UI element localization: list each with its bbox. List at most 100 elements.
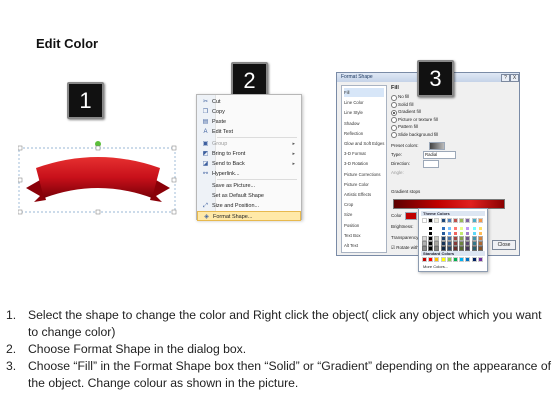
instruction-step: 1. Select the shape to change the color a… [6,307,554,341]
menu-item[interactable]: ◩ Bring to Front ▸ [197,149,301,159]
theme-color-swatch[interactable] [477,218,483,223]
more-colors-option[interactable]: More Colors... [423,264,448,270]
submenu-arrow-icon: ▸ [292,151,295,157]
ribbon-shape[interactable] [18,140,178,220]
theme-color-swatch[interactable] [440,246,446,251]
standard-color-swatch[interactable] [440,257,446,262]
standard-color-swatch[interactable] [453,257,458,262]
theme-color-swatch[interactable] [453,218,458,223]
theme-color-swatch[interactable] [465,246,471,251]
step-3-badge: 3 [417,60,454,97]
instruction-step: 2. Choose Format Shape in the dialog box. [6,341,554,358]
standard-color-swatch[interactable] [465,257,471,262]
type-dropdown[interactable]: Radial [423,151,456,159]
theme-color-swatch[interactable] [434,218,440,223]
nav-item[interactable]: 3-D Format [344,149,384,158]
nav-item[interactable]: Reflection [344,129,384,138]
nav-item[interactable]: Position [344,221,384,230]
nav-item[interactable]: Shadow [344,119,384,128]
nav-item[interactable]: Fill [344,88,384,97]
theme-color-swatch[interactable] [428,218,434,223]
preset-colors-label: Preset colors: [391,143,419,148]
instruction-text: Select the shape to change the color and… [28,308,542,339]
theme-color-swatch[interactable] [459,218,465,223]
standard-color-swatch[interactable] [477,257,483,262]
theme-color-swatch[interactable] [422,218,427,223]
nav-item[interactable]: Alt Text [344,241,384,250]
fill-option-label: Slide background fill [398,131,439,137]
preset-colors-dropdown[interactable] [429,142,445,150]
standard-color-swatch[interactable] [428,257,434,262]
menu-item[interactable]: ◪ Send to Back ▸ [197,159,301,169]
nav-item[interactable]: Line Style [344,108,384,117]
menu-item[interactable]: Save as Picture... [197,181,301,191]
nav-item[interactable]: Glow and Soft Edges [344,139,384,148]
dialog-title: Format Shape [341,74,373,80]
menu-item[interactable]: ◈ Format Shape... [197,211,301,221]
nav-item[interactable]: Artistic Effects [344,190,384,199]
fill-option-label: Gradient fill [398,109,421,114]
direction-label: Direction: [391,161,411,166]
theme-color-swatch[interactable] [465,218,471,223]
theme-color-swatch[interactable] [471,218,477,223]
hyperlink-icon: ⚯ [202,171,209,177]
direction-dropdown[interactable] [423,160,439,168]
standard-color-swatch[interactable] [434,257,440,262]
dialog-close-button[interactable]: Close [492,240,516,250]
menu-item[interactable]: Set as Default Shape [197,191,301,201]
standard-color-swatch[interactable] [446,257,452,262]
instruction-number: 2. [6,342,17,356]
submenu-arrow-icon: ▸ [292,141,295,147]
standard-color-swatch[interactable] [471,257,477,262]
dialog-close-x-button[interactable]: X [510,74,519,82]
nav-item[interactable]: Line Color [344,98,384,107]
instruction-text: Choose Format Shape in the dialog box. [28,342,247,356]
fill-option-label: Picture or texture fill [398,116,438,122]
fill-option-radio[interactable] [391,109,397,116]
instruction-step: 3. Choose “Fill” in the Format Shape box … [6,358,554,392]
menu-item[interactable]: ❐ Copy [197,107,301,117]
theme-color-swatch[interactable] [471,246,477,251]
fill-option-radio[interactable] [391,94,397,101]
fill-option-radio[interactable] [391,124,397,131]
paste-icon: ▤ [202,119,209,125]
standard-color-swatch[interactable] [422,257,427,262]
help-button[interactable]: ? [501,74,510,82]
context-menu: ✂ Cut ❐ Copy ▤ Paste A Edit Text ▣ Group ▸ ◩ Bring t… [196,94,302,221]
menu-item-label: Copy [212,109,225,115]
menu-item[interactable]: A Edit Text [197,127,301,137]
nav-item[interactable]: Size [344,210,384,219]
theme-color-swatch[interactable] [422,246,427,251]
menu-item: ▣ Group ▸ [197,139,301,149]
menu-item[interactable]: ✂ Cut [197,97,301,107]
ribbon-body [36,157,160,198]
color-button[interactable] [405,212,417,220]
theme-color-swatch[interactable] [446,218,452,223]
nav-item[interactable]: Picture Corrections [344,170,384,179]
menu-item[interactable]: ▤ Paste [197,117,301,127]
fill-option-radio[interactable] [391,102,397,108]
theme-color-swatch[interactable] [440,218,446,223]
nav-item[interactable]: Crop [344,200,384,209]
theme-color-swatch[interactable] [459,246,465,251]
fill-option-radio[interactable] [391,117,397,123]
nav-item[interactable]: 3-D Rotation [344,159,384,168]
menu-item[interactable]: ⤢ Size and Position... [197,201,301,211]
edit-text-icon: A [203,129,208,135]
nav-item[interactable]: Text Box [344,231,384,240]
standard-color-swatch[interactable] [459,257,465,262]
menu-item-label: Bring to Front [212,151,246,157]
theme-color-swatch[interactable] [434,246,440,251]
theme-colors-header: Theme Colors [421,211,485,216]
send-back-icon: ◪ [202,161,209,167]
fill-option-radio[interactable] [391,132,397,138]
theme-color-swatch[interactable] [446,246,452,251]
nav-item[interactable]: Picture Color [344,180,384,189]
menu-item[interactable]: ⚯ Hyperlink... [197,169,301,179]
copy-icon: ❐ [202,109,209,115]
theme-color-swatch[interactable] [428,246,434,251]
step-1-badge: 1 [67,82,104,119]
theme-color-swatch[interactable] [477,246,483,251]
type-label: Type: [391,152,403,157]
theme-color-swatch[interactable] [453,246,458,251]
